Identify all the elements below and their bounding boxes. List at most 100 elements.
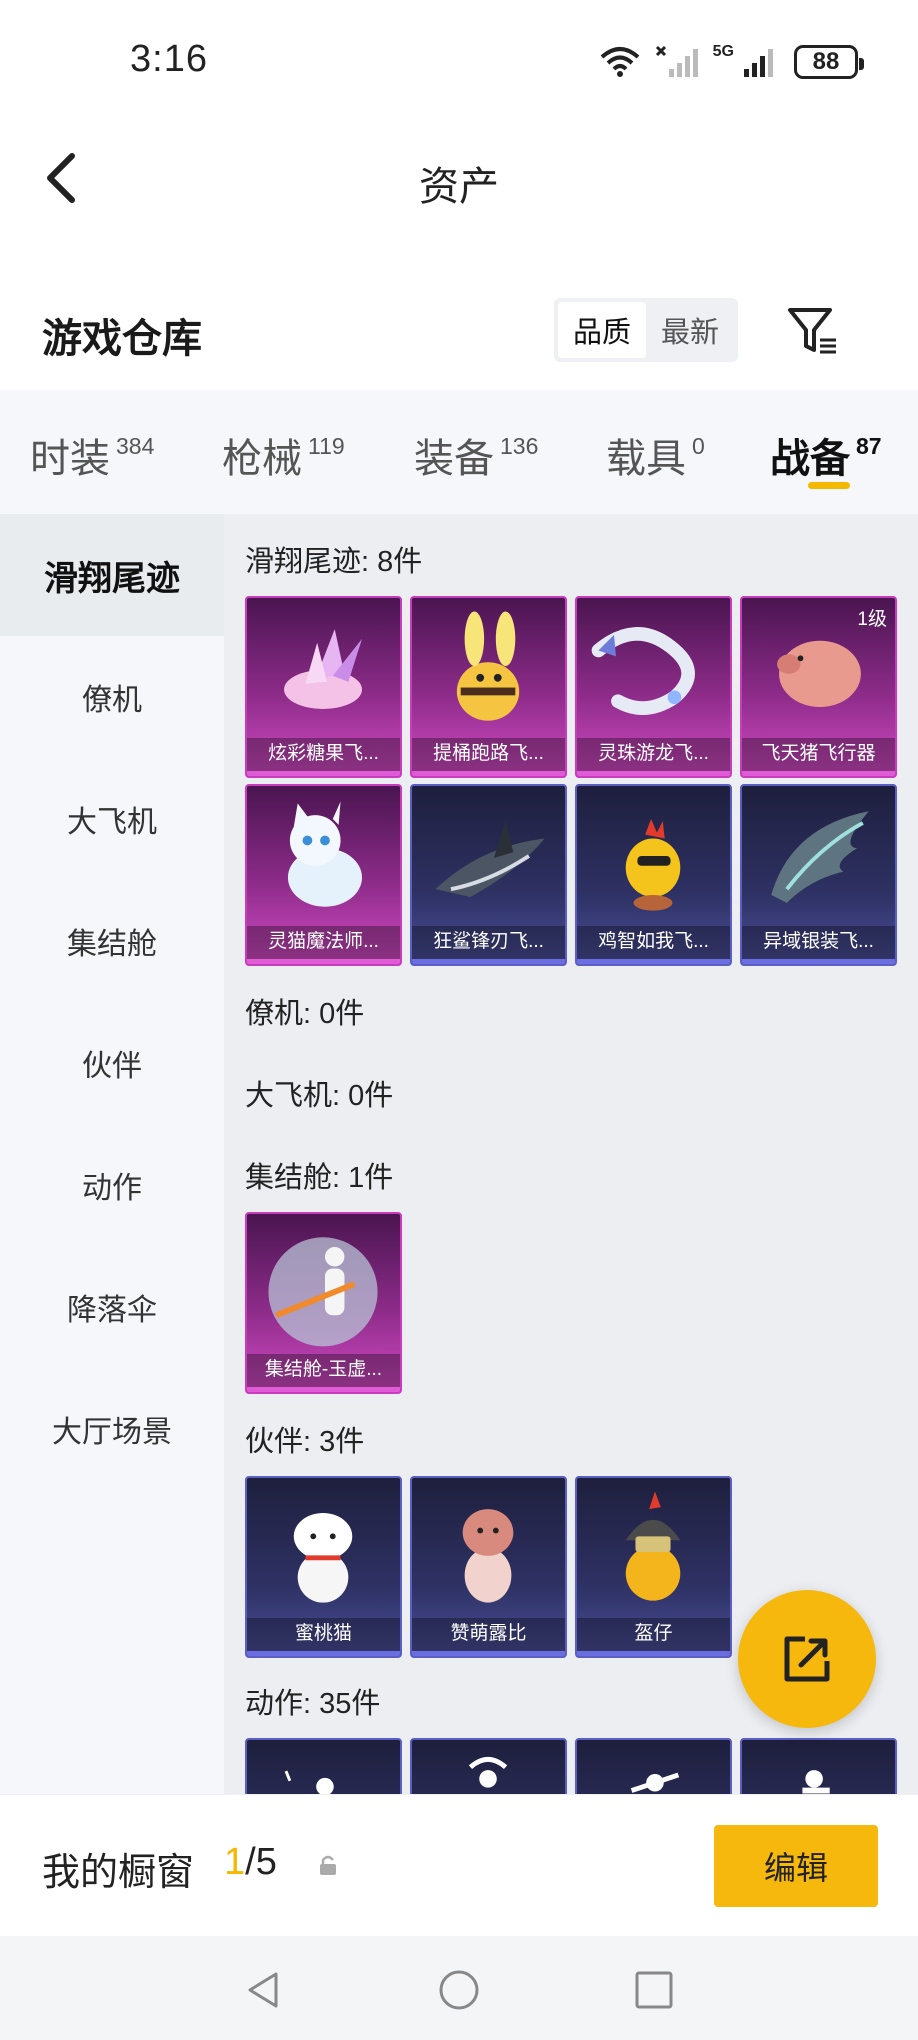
tab-label: 枪械 — [222, 437, 302, 481]
sort-quality-option[interactable]: 品质 — [558, 302, 646, 358]
tab-count: 136 — [500, 432, 539, 459]
nav-recents-icon[interactable] — [630, 1966, 678, 2014]
item-card[interactable]: 灵猫魔法师... — [245, 784, 402, 966]
warehouse-title: 游戏仓库 — [42, 317, 202, 361]
nav-home-icon[interactable] — [435, 1966, 483, 2014]
sidebar-item-emote[interactable]: 动作 — [0, 1124, 224, 1246]
item-name: 狂鲨锋刃飞... — [412, 926, 565, 964]
tab-count: 0 — [692, 432, 705, 459]
section-title-airplane: 大飞机: 0件 — [245, 1080, 394, 1112]
sidebar-item-glide-trail[interactable]: 滑翔尾迹 — [0, 514, 224, 636]
tab-supplies[interactable]: 战备 87 — [770, 426, 882, 484]
item-card[interactable]: 炫彩糖果飞... — [245, 596, 402, 778]
section-title-partner: 伙伴: 3件 — [245, 1426, 365, 1458]
active-tab-indicator — [808, 482, 850, 489]
sidebar-item-partner[interactable]: 伙伴 — [0, 1002, 224, 1124]
sort-newest-option[interactable]: 最新 — [646, 302, 734, 358]
tab-label: 载具 — [606, 437, 686, 481]
header: 资产 — [0, 120, 918, 240]
no-signal-icon — [655, 45, 698, 77]
sidebar-item-wingman[interactable]: 僚机 — [0, 636, 224, 758]
tab-label: 装备 — [414, 437, 494, 481]
cat-icon — [287, 801, 362, 907]
dragon-icon — [591, 627, 695, 715]
item-card[interactable]: 蜜桃猫 — [245, 1476, 402, 1658]
category-tabs: 时装 384 枪械 119 装备 136 载具 0 战备 87 — [0, 390, 918, 514]
item-card[interactable]: 集结舱-玉虚... — [245, 1212, 402, 1394]
item-card[interactable]: 狂鲨锋刃飞... — [410, 784, 567, 966]
tab-count: 384 — [116, 432, 155, 459]
peach-cat-icon — [293, 1512, 353, 1603]
item-name: 蜜桃猫 — [247, 1618, 400, 1656]
item-name: 灵珠游龙飞... — [577, 738, 730, 776]
item-name: 鸡智如我飞... — [577, 926, 730, 964]
status-bar: 3:16 5G 88 — [0, 0, 918, 120]
candy-icon — [284, 629, 362, 709]
tab-label: 时装 — [30, 437, 110, 481]
dance-icon — [630, 1772, 680, 1793]
wing-icon — [771, 811, 869, 903]
system-nav-bar — [0, 1936, 918, 2040]
tab-label: 战备 — [770, 437, 850, 481]
shark-icon — [435, 820, 545, 897]
showcase-count: 1/5 — [224, 1841, 277, 1884]
item-card[interactable] — [410, 1738, 567, 1794]
item-name: 异域银装飞... — [742, 926, 895, 964]
item-name: 飞天猪飞行器 — [742, 738, 895, 776]
section-title-emote: 动作: 35件 — [245, 1688, 381, 1720]
showcase-bar: 我的橱窗 1/5 编辑 — [0, 1794, 918, 1936]
item-card[interactable] — [740, 1738, 897, 1794]
item-name: 盔仔 — [577, 1618, 730, 1656]
tab-count: 87 — [856, 432, 882, 459]
filter-icon[interactable] — [786, 304, 840, 358]
item-name: 灵猫魔法师... — [247, 926, 400, 964]
item-card[interactable]: 盔仔 — [575, 1476, 732, 1658]
level-badge: 1级 — [857, 609, 887, 630]
sidebar-item-lobby-scene[interactable]: 大厅场景 — [0, 1368, 224, 1490]
tab-fashion[interactable]: 时装 384 — [30, 426, 154, 484]
tab-equipment[interactable]: 装备 136 — [414, 426, 538, 484]
wifi-icon — [600, 47, 639, 77]
sidebar-item-parachute[interactable]: 降落伞 — [0, 1246, 224, 1368]
item-card[interactable] — [245, 1738, 402, 1794]
showcase-current: 1 — [224, 1841, 246, 1883]
edit-button[interactable]: 编辑 — [714, 1825, 878, 1907]
nav-back-icon[interactable] — [240, 1966, 288, 2014]
tab-vehicles[interactable]: 载具 0 — [606, 426, 705, 484]
section-title-glide-trail: 滑翔尾迹: 8件 — [245, 546, 423, 578]
dance-icon — [802, 1770, 830, 1794]
item-card[interactable]: 赞萌露比 — [410, 1476, 567, 1658]
tab-count: 119 — [308, 432, 345, 459]
lock-icon — [320, 1855, 336, 1875]
sidebar-item-airplane[interactable]: 大飞机 — [0, 758, 224, 880]
item-card[interactable]: 鸡智如我飞... — [575, 784, 732, 966]
item-card[interactable] — [575, 1738, 732, 1794]
item-card[interactable]: 提桶跑路飞... — [410, 596, 567, 778]
bee-icon — [456, 611, 520, 721]
item-card[interactable]: 异域银装飞... — [740, 784, 897, 966]
signal-icon — [744, 49, 773, 77]
showcase-total: /5 — [245, 1841, 277, 1883]
item-card[interactable]: 1级 飞天猪飞行器 — [740, 596, 897, 778]
item-name: 集结舱-玉虚... — [247, 1354, 400, 1392]
item-name: 炫彩糖果飞... — [247, 738, 400, 776]
pod-icon — [268, 1237, 378, 1347]
chicken-icon — [625, 819, 681, 911]
tab-weapons[interactable]: 枪械 119 — [222, 426, 345, 484]
helmet-chick-icon — [625, 1491, 681, 1601]
battery-icon: 88 — [794, 45, 864, 79]
section-title-wingman: 僚机: 0件 — [245, 998, 365, 1030]
sidebar-item-assembly-pod[interactable]: 集结舱 — [0, 880, 224, 1002]
section-title-assembly-pod: 集结舱: 1件 — [245, 1162, 394, 1194]
item-card[interactable]: 灵珠游龙飞... — [575, 596, 732, 778]
battery-level: 88 — [812, 48, 840, 75]
dance-icon — [468, 1756, 508, 1788]
sort-toggle: 品质 最新 — [554, 298, 738, 362]
item-name: 提桶跑路飞... — [412, 738, 565, 776]
item-name: 赞萌露比 — [412, 1618, 565, 1656]
showcase-label: 我的橱窗 — [42, 1852, 195, 1894]
share-fab-button[interactable] — [738, 1590, 876, 1728]
dance-icon — [284, 1770, 334, 1794]
share-icon — [784, 1636, 830, 1682]
status-time: 3:16 — [130, 38, 208, 80]
